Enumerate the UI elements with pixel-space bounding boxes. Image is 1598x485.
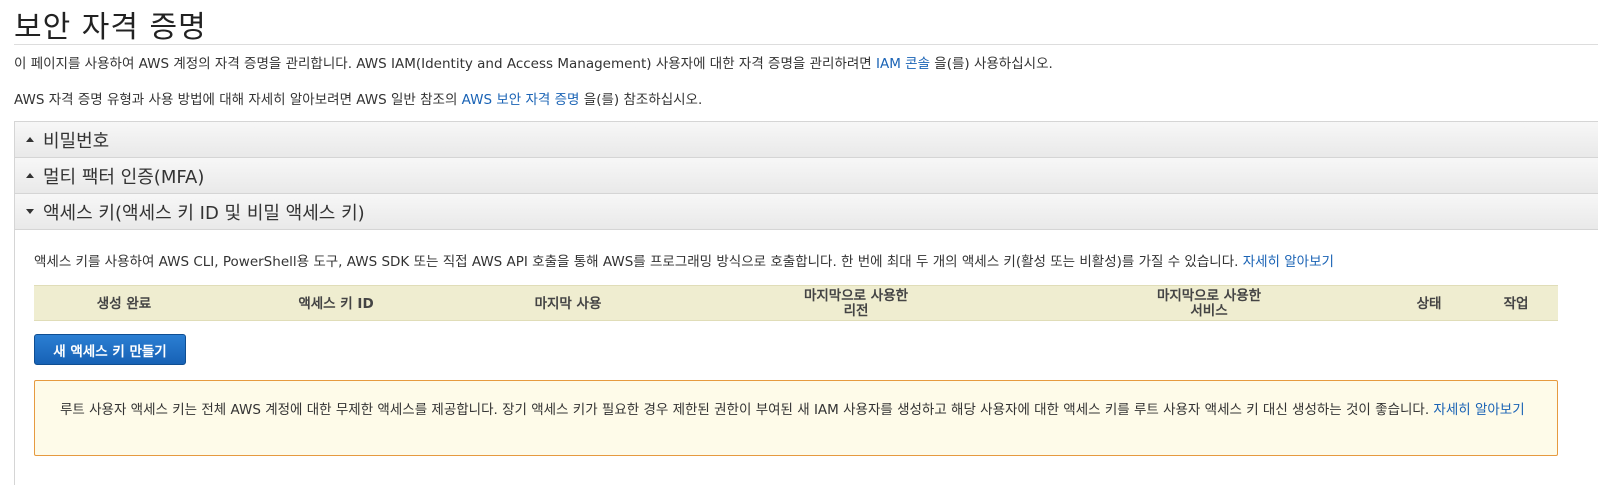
access-keys-description-text: 액세스 키를 사용하여 AWS CLI, PowerShell용 도구, AWS… bbox=[34, 254, 1243, 270]
access-keys-table-header: 생성 완료 액세스 키 ID 마지막 사용 마지막으로 사용한 리전 마지막으로… bbox=[34, 285, 1558, 321]
create-access-key-button[interactable]: 새 액세스 키 만들기 bbox=[34, 334, 186, 365]
section-password-header[interactable]: 비밀번호 bbox=[14, 121, 1598, 158]
caret-up-icon bbox=[26, 173, 34, 178]
column-last-used-label: 마지막 사용 bbox=[534, 295, 602, 312]
column-created-label: 생성 완료 bbox=[96, 295, 152, 312]
intro-text-iam-after: 을(를) 사용하십시오. bbox=[930, 56, 1053, 72]
intro-text-reference: AWS 자격 증명 유형과 사용 방법에 대해 자세히 알아보려면 AWS 일반… bbox=[14, 88, 702, 108]
page-title: 보안 자격 증명 bbox=[14, 10, 207, 45]
access-keys-learn-more-link[interactable]: 자세히 알아보기 bbox=[1243, 254, 1334, 270]
column-last-service-label-2: 서비스 bbox=[1190, 303, 1228, 319]
section-mfa-label: 멀티 팩터 인증(MFA) bbox=[43, 166, 205, 188]
section-password-label: 비밀번호 bbox=[43, 130, 110, 152]
aws-security-credentials-link[interactable]: AWS 보안 자격 증명 bbox=[462, 92, 580, 108]
column-key-id[interactable]: 액세스 키 ID bbox=[214, 286, 458, 322]
caret-down-icon bbox=[26, 209, 34, 214]
iam-console-link[interactable]: IAM 콘솔 bbox=[876, 56, 930, 72]
column-last-region[interactable]: 마지막으로 사용한 리전 bbox=[714, 286, 998, 322]
intro-text-iam-before: 이 페이지를 사용하여 AWS 계정의 자격 증명을 관리합니다. AWS IA… bbox=[14, 56, 877, 72]
intro-text-iam: 이 페이지를 사용하여 AWS 계정의 자격 증명을 관리합니다. AWS IA… bbox=[14, 52, 1053, 72]
section-access-keys-label: 액세스 키(액세스 키 ID 및 비밀 액세스 키) bbox=[43, 202, 365, 224]
section-access-keys-header[interactable]: 액세스 키(액세스 키 ID 및 비밀 액세스 키) bbox=[14, 193, 1598, 230]
root-access-key-warning-text: 루트 사용자 액세스 키는 전체 AWS 계정에 대한 무제한 액세스를 제공합… bbox=[60, 402, 1434, 418]
column-last-region-label-1: 마지막으로 사용한 bbox=[803, 288, 909, 304]
column-last-region-label-2: 리전 bbox=[843, 303, 869, 319]
column-last-service[interactable]: 마지막으로 사용한 서비스 bbox=[1064, 286, 1354, 322]
section-mfa-header[interactable]: 멀티 팩터 인증(MFA) bbox=[14, 157, 1598, 194]
column-actions-label: 작업 bbox=[1503, 295, 1529, 312]
access-keys-description: 액세스 키를 사용하여 AWS CLI, PowerShell용 도구, AWS… bbox=[34, 250, 1334, 270]
column-key-id-label: 액세스 키 ID bbox=[298, 295, 374, 312]
title-divider bbox=[14, 44, 1598, 45]
warning-learn-more-link[interactable]: 자세히 알아보기 bbox=[1433, 402, 1524, 418]
column-created[interactable]: 생성 완료 bbox=[34, 286, 214, 322]
root-access-key-warning: 루트 사용자 액세스 키는 전체 AWS 계정에 대한 무제한 액세스를 제공합… bbox=[34, 380, 1558, 456]
intro-text-reference-after: 을(를) 참조하십시오. bbox=[579, 92, 703, 108]
column-last-service-label-1: 마지막으로 사용한 bbox=[1156, 288, 1262, 304]
column-last-used[interactable]: 마지막 사용 bbox=[458, 286, 678, 322]
column-status-label: 상태 bbox=[1416, 295, 1442, 312]
column-actions: 작업 bbox=[1474, 286, 1558, 322]
caret-up-icon bbox=[26, 137, 34, 142]
column-status[interactable]: 상태 bbox=[1384, 286, 1474, 322]
intro-text-reference-before: AWS 자격 증명 유형과 사용 방법에 대해 자세히 알아보려면 AWS 일반… bbox=[14, 92, 462, 108]
